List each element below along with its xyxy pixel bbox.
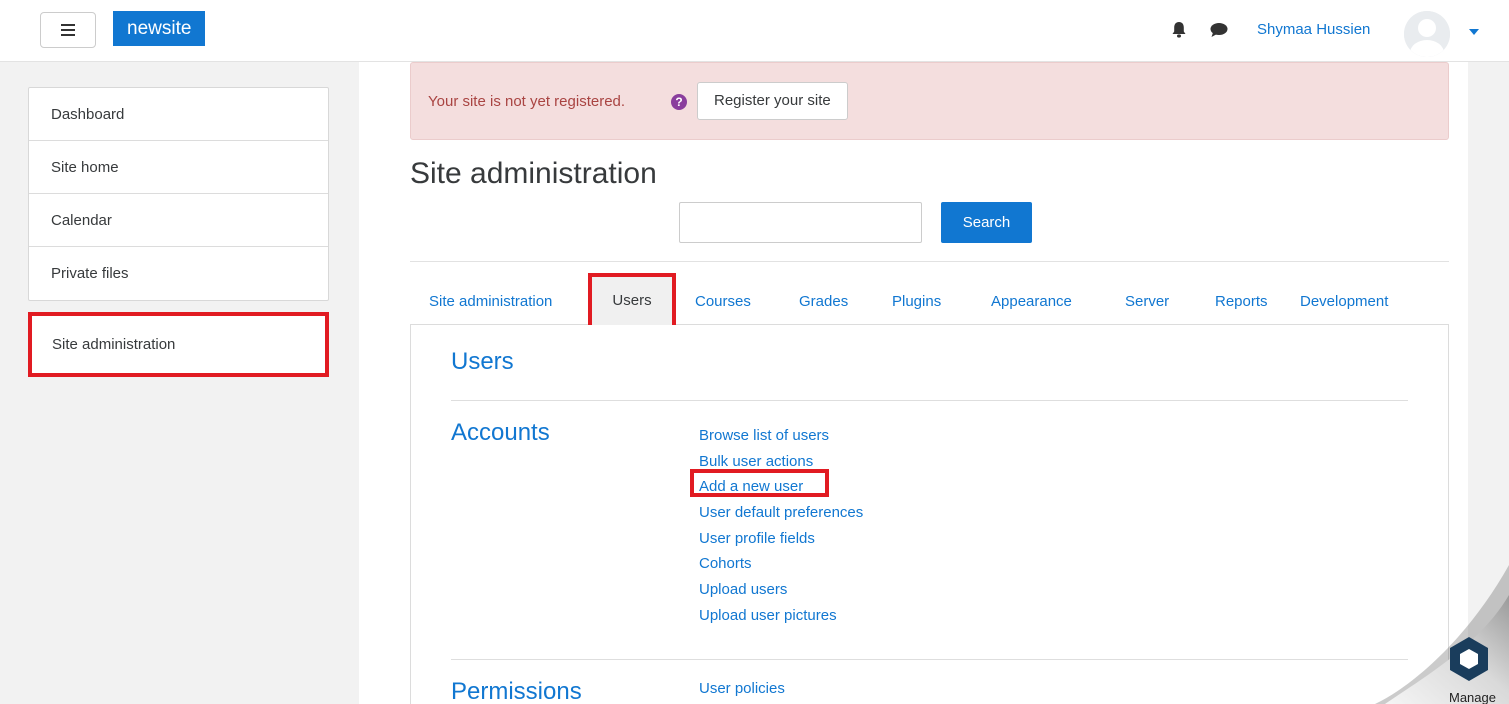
drawer-item-private-files[interactable]: Private files xyxy=(29,247,328,300)
tab-reports[interactable]: Reports xyxy=(1215,278,1268,325)
drawer-item-label: Site administration xyxy=(52,336,176,353)
registration-alert: Your site is not yet registered. ? Regis… xyxy=(410,62,1449,140)
link-user-policies[interactable]: User policies xyxy=(699,680,785,697)
alert-message: Your site is not yet registered. xyxy=(428,93,626,110)
tab-grades[interactable]: Grades xyxy=(799,278,848,325)
users-heading[interactable]: Users xyxy=(451,348,514,376)
user-nav: Shymaa Hussien xyxy=(1109,0,1509,62)
link-browse-users[interactable]: Browse list of users xyxy=(699,423,863,449)
drawer-item-calendar[interactable]: Calendar xyxy=(29,194,328,247)
hamburger-icon xyxy=(61,24,75,36)
admin-search-input[interactable] xyxy=(679,202,922,243)
drawer-item-dashboard[interactable]: Dashboard xyxy=(29,88,328,141)
tab-users[interactable]: Users xyxy=(588,273,676,329)
highlight-box xyxy=(690,469,829,497)
user-avatar-icon xyxy=(1404,11,1450,57)
accounts-heading[interactable]: Accounts xyxy=(451,419,550,447)
accounts-link-list: Browse list of users Bulk user actions A… xyxy=(699,423,863,629)
tab-appearance[interactable]: Appearance xyxy=(991,278,1072,325)
tab-server[interactable]: Server xyxy=(1125,278,1169,325)
link-upload-users[interactable]: Upload users xyxy=(699,577,863,603)
tab-courses[interactable]: Courses xyxy=(695,278,751,325)
drawer-item-site-administration[interactable]: Site administration xyxy=(28,312,329,377)
user-name-link[interactable]: Shymaa Hussien xyxy=(1257,21,1370,38)
permissions-heading[interactable]: Permissions xyxy=(451,678,582,704)
tab-plugins[interactable]: Plugins xyxy=(892,278,941,325)
link-cohorts[interactable]: Cohorts xyxy=(699,551,863,577)
avatar[interactable] xyxy=(1404,11,1450,57)
page-curl[interactable] xyxy=(1375,565,1509,704)
tab-site-administration[interactable]: Site administration xyxy=(429,278,552,325)
nav-drawer: Dashboard Site home Calendar Private fil… xyxy=(0,62,353,704)
link-user-default-preferences[interactable]: User default preferences xyxy=(699,500,863,526)
search-button[interactable]: Search xyxy=(941,202,1032,243)
manage-label[interactable]: Manage xyxy=(1449,690,1496,704)
section-divider xyxy=(451,659,1408,660)
site-brand-link[interactable]: newsite xyxy=(113,11,206,46)
register-site-button[interactable]: Register your site xyxy=(697,82,848,120)
drawer-nav-list: Dashboard Site home Calendar Private fil… xyxy=(28,87,329,301)
section-divider xyxy=(451,400,1408,401)
link-upload-user-pictures[interactable]: Upload user pictures xyxy=(699,603,863,629)
user-menu-caret-icon[interactable] xyxy=(1469,29,1479,35)
admin-tabs: Site administration Users Courses Grades… xyxy=(410,273,1449,329)
drawer-item-site-home[interactable]: Site home xyxy=(29,141,328,194)
top-navbar: newsite Shymaa Hussien xyxy=(0,0,1509,62)
page-title: Site administration xyxy=(410,157,657,190)
chat-icon[interactable] xyxy=(1210,22,1228,38)
help-icon[interactable]: ? xyxy=(671,94,687,110)
tab-content-panel xyxy=(410,325,1449,704)
bell-icon[interactable] xyxy=(1172,22,1186,38)
link-user-profile-fields[interactable]: User profile fields xyxy=(699,526,863,552)
tab-development[interactable]: Development xyxy=(1300,278,1388,325)
drawer-toggle-button[interactable] xyxy=(40,12,96,48)
divider xyxy=(410,261,1449,262)
